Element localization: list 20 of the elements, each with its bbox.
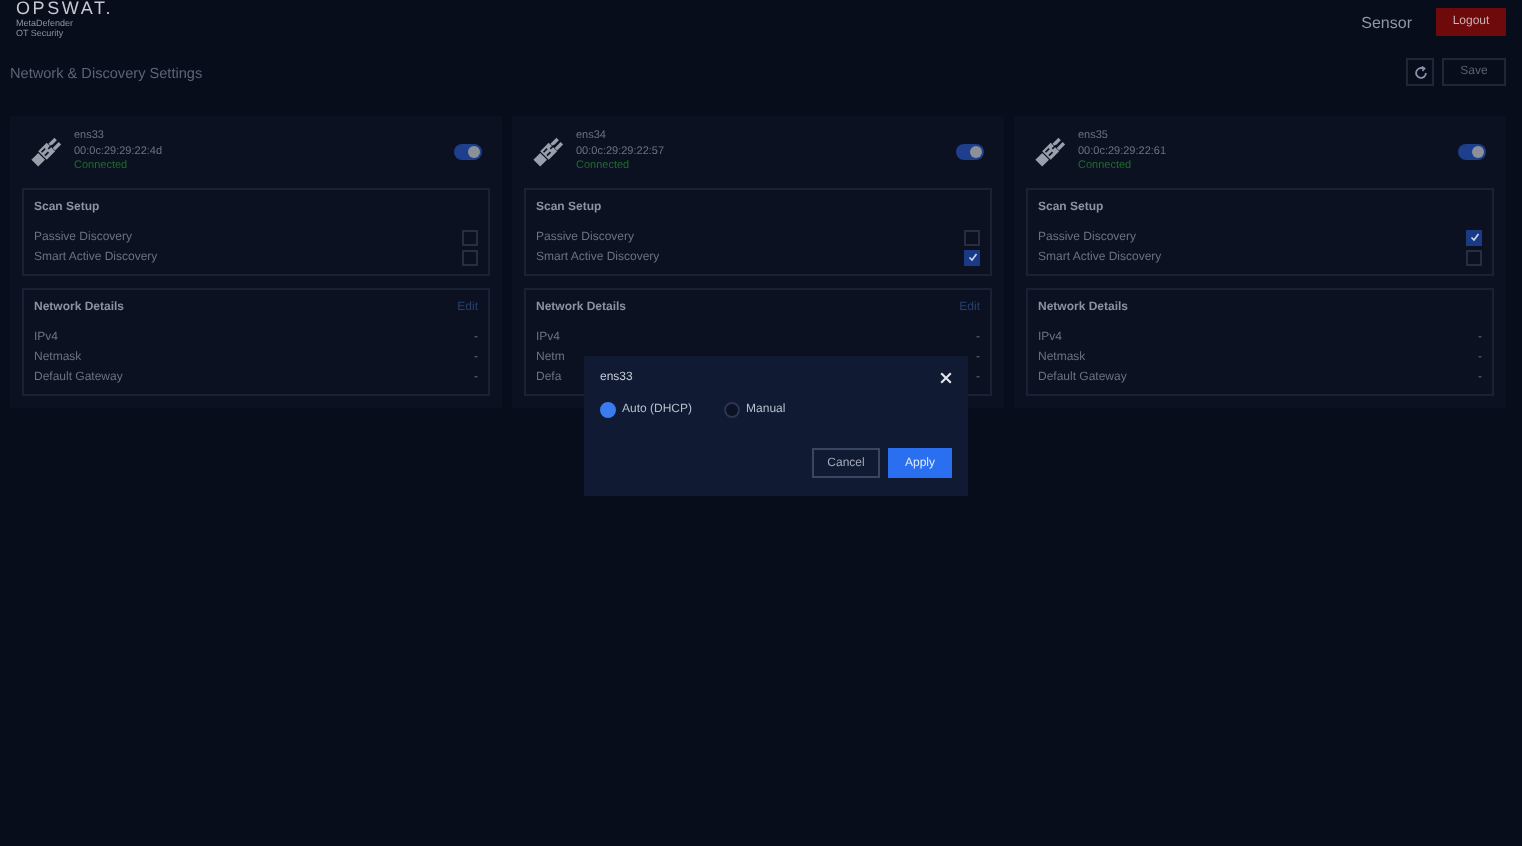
radio-button[interactable]	[724, 402, 741, 418]
interface-toggle[interactable]	[1458, 144, 1486, 161]
checkbox[interactable]	[964, 229, 980, 245]
close-icon	[939, 371, 951, 383]
checkbox[interactable]	[462, 229, 478, 245]
refresh-icon	[1413, 65, 1427, 79]
logo: OPSWAT.	[16, 0, 114, 18]
interface-toggle[interactable]	[454, 144, 482, 161]
checkbox[interactable]	[1466, 249, 1482, 265]
ethernet-icon	[28, 135, 62, 170]
checkbox[interactable]	[462, 249, 478, 265]
refresh-button[interactable]	[1406, 58, 1434, 86]
ethernet-icon	[530, 135, 564, 170]
role-label: Sensor	[1361, 13, 1412, 31]
close-button[interactable]	[938, 370, 952, 384]
checkbox[interactable]	[1466, 229, 1482, 245]
radio-button[interactable]	[600, 402, 616, 418]
checkbox[interactable]	[964, 249, 980, 265]
ethernet-icon	[1032, 135, 1066, 170]
interface-toggle[interactable]	[956, 144, 984, 161]
